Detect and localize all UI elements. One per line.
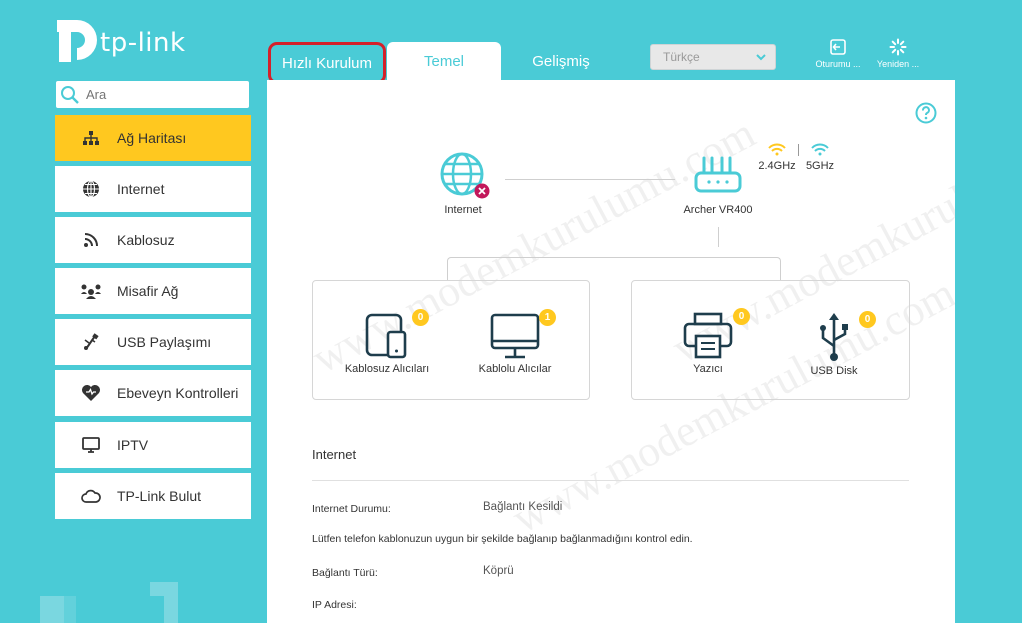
reboot-icon xyxy=(889,38,907,56)
sidebar-item-network-map[interactable]: Ağ Haritası xyxy=(55,115,251,161)
language-selected: Türkçe xyxy=(663,50,700,64)
section-divider xyxy=(312,480,909,481)
sidebar-item-internet[interactable]: Internet xyxy=(55,166,251,212)
search-input[interactable] xyxy=(84,86,238,103)
decorative-shape xyxy=(64,596,76,623)
internet-status-value: Bağlantı Kesildi xyxy=(483,501,563,513)
globe-icon xyxy=(80,178,102,200)
tab-label: Hızlı Kurulum xyxy=(281,54,373,72)
wireless-clients-button[interactable]: Kablosuz Alıcıları xyxy=(327,312,447,375)
connection-hint: Lütfen telefon kablonuzun uygun bir şeki… xyxy=(312,533,693,545)
internet-node-label: Internet xyxy=(444,204,482,216)
wired-clients-count-badge: 1 xyxy=(539,309,556,326)
wireless-clients-count-badge: 0 xyxy=(412,309,429,326)
main-panel: www.modemkurulumu.com www.modemkurulumu.… xyxy=(267,80,955,623)
wireless-icon xyxy=(80,229,102,251)
sidebar-item-parental-controls[interactable]: Ebeveyn Kontrolleri xyxy=(55,370,251,416)
connection-type-value: Köprü xyxy=(483,565,514,577)
band-5ghz-label: 5GHz xyxy=(805,160,835,172)
connector-line xyxy=(718,227,719,247)
chevron-down-icon xyxy=(756,54,766,61)
sidebar-search xyxy=(56,81,249,108)
help-icon[interactable] xyxy=(915,102,937,124)
disconnected-x-icon xyxy=(474,183,490,199)
wifi-5ghz-icon xyxy=(811,143,829,156)
sidebar-item-usb-sharing[interactable]: USB Paylaşımı xyxy=(55,319,251,365)
logout-button[interactable]: Oturumu ... xyxy=(808,38,868,69)
sidebar-item-label: Kablosuz xyxy=(117,232,175,248)
search-icon[interactable] xyxy=(60,85,80,105)
tab-label: Gelişmiş xyxy=(532,52,590,70)
sidebar-item-label: IPTV xyxy=(117,437,149,453)
ip-address-label: IP Adresi: xyxy=(312,599,357,611)
brand-logo-text: tp-link xyxy=(100,28,186,58)
parental-heart-icon xyxy=(80,382,102,404)
usb-disk-count-badge: 0 xyxy=(859,311,876,328)
usb-icon xyxy=(820,313,848,361)
sidebar-item-guest-network[interactable]: Misafir Ağ xyxy=(55,268,251,314)
sidebar-item-label: Misafir Ağ xyxy=(117,283,179,299)
internet-section-title: Internet xyxy=(312,447,357,462)
usb-share-icon xyxy=(80,331,102,353)
internet-status-label: Internet Durumu: xyxy=(312,503,391,515)
sidebar-item-label: USB Paylaşımı xyxy=(117,334,212,350)
wired-clients-button[interactable]: Kablolu Alıcılar xyxy=(455,312,575,375)
sidebar-item-label: Ebeveyn Kontrolleri xyxy=(117,385,239,401)
sidebar-item-label: Internet xyxy=(117,181,165,197)
monitor-icon xyxy=(490,313,540,359)
cloud-icon xyxy=(80,485,102,507)
network-map-icon xyxy=(80,127,102,149)
reboot-button[interactable]: Yeniden ... xyxy=(868,38,928,69)
router-icon[interactable] xyxy=(693,155,743,195)
band-separator xyxy=(798,144,799,156)
reboot-label: Yeniden ... xyxy=(876,59,920,69)
decorative-shape xyxy=(150,582,178,596)
sidebar-item-iptv[interactable]: IPTV xyxy=(55,422,251,468)
printer-icon xyxy=(683,312,733,359)
device-label: Kablolu Alıcılar xyxy=(478,363,552,375)
wifi-24ghz-icon xyxy=(768,143,786,156)
sidebar-item-wireless[interactable]: Kablosuz xyxy=(55,217,251,263)
decorative-shape xyxy=(40,596,64,623)
decorative-shape xyxy=(164,596,178,623)
guest-network-icon xyxy=(80,280,102,302)
device-label: Yazıcı xyxy=(693,363,723,375)
printer-count-badge: 0 xyxy=(733,308,750,325)
device-label: Kablosuz Alıcıları xyxy=(344,363,430,375)
logout-icon xyxy=(830,39,846,55)
logout-label: Oturumu ... xyxy=(815,59,861,69)
sidebar-item-tplink-cloud[interactable]: TP-Link Bulut xyxy=(55,473,251,519)
tab-advanced[interactable]: Gelişmiş xyxy=(505,42,617,80)
router-node-label: Archer VR400 xyxy=(683,204,753,216)
tab-label: Temel xyxy=(423,52,464,70)
connector-bracket xyxy=(447,257,781,281)
tablet-icon xyxy=(365,313,407,359)
device-label: USB Disk xyxy=(810,365,858,377)
tab-quick-setup[interactable]: Hızlı Kurulum xyxy=(268,42,386,84)
connector-line xyxy=(505,179,675,180)
band-24ghz-label: 2.4GHz xyxy=(758,160,796,172)
sidebar-item-label: TP-Link Bulut xyxy=(117,488,202,504)
language-select[interactable]: Türkçe xyxy=(650,44,776,70)
connection-type-label: Bağlantı Türü: xyxy=(312,567,378,579)
tv-icon xyxy=(80,434,102,456)
sidebar-item-label: Ağ Haritası xyxy=(117,130,187,146)
tab-basic[interactable]: Temel xyxy=(387,42,501,80)
